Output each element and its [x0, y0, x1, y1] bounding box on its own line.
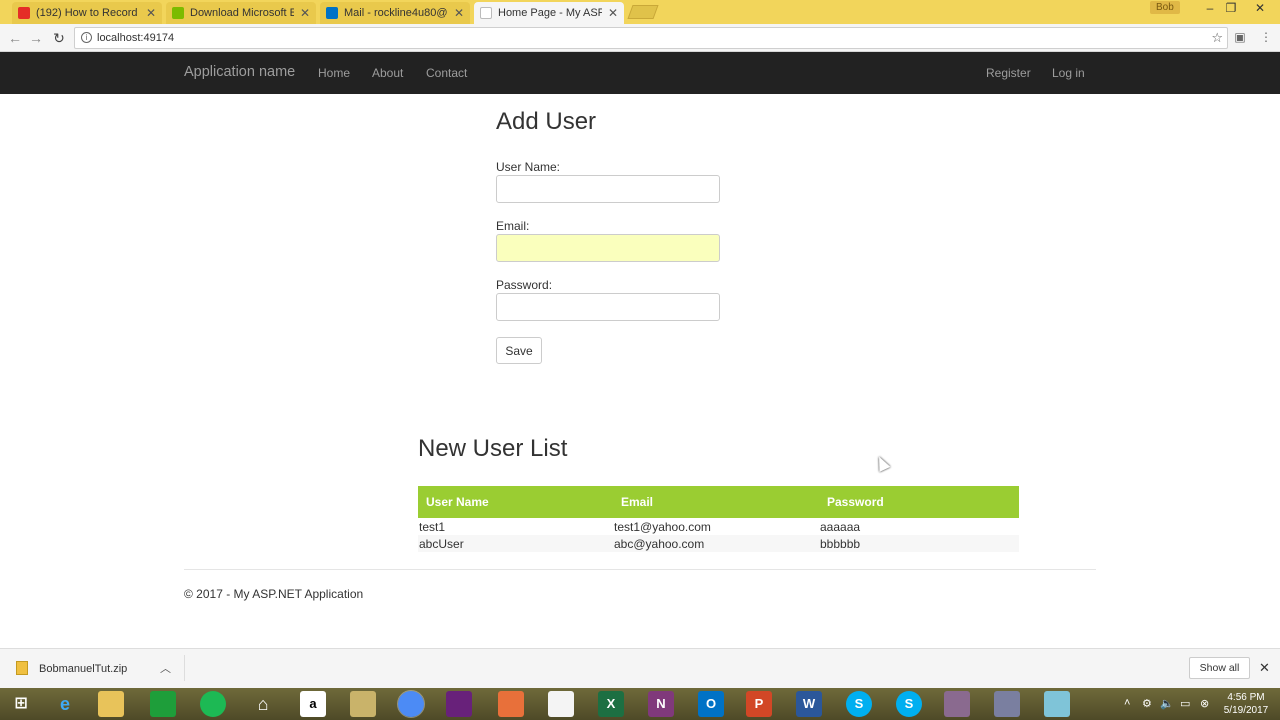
user-list-title: New User List — [418, 435, 568, 462]
column-header-email: Email — [613, 486, 819, 518]
cell-password: aaaaaa — [820, 519, 861, 534]
restore-icon[interactable]: ❐ — [1221, 0, 1241, 18]
file-explorer-icon[interactable] — [98, 691, 124, 717]
download-filename[interactable]: BobmanuelTut.zip — [39, 663, 127, 675]
window-close-icon[interactable]: ✕ — [1250, 0, 1270, 18]
tools-icon[interactable] — [350, 691, 376, 717]
table-header-row: User Name Email Password — [418, 486, 1019, 518]
table-row: test1 test1@yahoo.com aaaaaa — [418, 518, 1019, 535]
nav-about-link[interactable]: About — [372, 66, 403, 80]
store-icon[interactable] — [150, 691, 176, 717]
browser-tab-home-page[interactable]: Home Page - My ASP.NE ✕ — [474, 2, 624, 24]
close-icon[interactable]: ✕ — [1259, 660, 1270, 676]
cell-username: test1 — [419, 519, 446, 534]
mouse-cursor — [873, 454, 891, 472]
windows-taskbar: ⊞ e ⌂ a X N O P W S S ˄ ⚙ 🔈 ▭ ⊗ 4:56 PM … — [0, 688, 1280, 720]
nav-home-link[interactable]: Home — [318, 66, 350, 80]
column-header-password: Password — [819, 486, 1019, 518]
cell-username: abcUser — [418, 535, 613, 552]
chrome-icon[interactable] — [397, 690, 425, 718]
browser-tab-microsoft[interactable]: Download Microsoft Exp ✕ — [166, 2, 316, 24]
home-icon[interactable]: ⌂ — [250, 691, 276, 717]
powerpoint-icon[interactable]: P — [746, 691, 772, 717]
close-icon[interactable]: ✕ — [146, 6, 156, 20]
close-icon[interactable]: ✕ — [300, 6, 310, 20]
cell-password: bbbbbb — [819, 535, 1019, 552]
youtube-icon — [18, 7, 30, 19]
email-input[interactable] — [496, 234, 720, 262]
footer-text: © 2017 - My ASP.NET Application — [184, 587, 364, 601]
show-all-button[interactable]: Show all — [1189, 657, 1250, 679]
browser-titlebar: (192) How to Record You ✕ Download Micro… — [0, 0, 1280, 24]
profile-button[interactable]: Bob — [1150, 1, 1180, 14]
username-label: User Name: — [496, 160, 561, 174]
minimize-icon[interactable]: – — [1200, 0, 1220, 18]
tray-overflow-icon[interactable]: ˄ — [1124, 697, 1130, 709]
user-list-table: User Name Email Password test1 test1@yah… — [418, 486, 1019, 552]
microsoft-icon — [172, 7, 184, 19]
windows-start-icon[interactable]: ⊞ — [8, 691, 34, 717]
outlook-icon — [326, 7, 338, 19]
excel-icon[interactable]: X — [598, 691, 624, 717]
bookmark-star-icon[interactable]: ☆ — [1211, 28, 1223, 48]
email-label: Email: — [496, 219, 530, 233]
nav-login-link[interactable]: Log in — [1052, 66, 1085, 80]
extension-icon[interactable]: ▣ — [1233, 30, 1247, 44]
password-input[interactable] — [496, 293, 720, 321]
spotify-icon[interactable] — [200, 691, 226, 717]
address-bar[interactable]: i localhost:49174 ☆ — [74, 27, 1228, 49]
site-navbar: Application name Home About Contact Regi… — [0, 52, 1280, 94]
back-icon[interactable]: ← — [6, 29, 24, 47]
battery-icon[interactable]: ▭ — [1180, 697, 1190, 710]
username-input[interactable] — [496, 175, 720, 203]
chevron-up-icon[interactable]: ︿ — [160, 660, 171, 676]
info-icon[interactable]: i — [81, 32, 92, 43]
outlook-icon[interactable]: O — [698, 691, 724, 717]
divider — [184, 655, 185, 681]
network-icon[interactable]: ⚙ — [1142, 697, 1152, 710]
downloads-bar: BobmanuelTut.zip ︿ Show all ✕ — [0, 648, 1280, 688]
document-icon[interactable] — [548, 691, 574, 717]
paint-icon[interactable] — [994, 691, 1020, 717]
reload-icon[interactable]: ↻ — [50, 29, 68, 47]
forward-icon[interactable]: → — [27, 29, 45, 47]
save-button[interactable]: Save — [496, 337, 542, 364]
nav-register-link[interactable]: Register — [986, 66, 1031, 80]
antivirus-icon[interactable]: ⊗ — [1200, 697, 1209, 710]
amazon-icon[interactable]: a — [300, 691, 326, 717]
internet-explorer-icon[interactable]: e — [52, 691, 78, 717]
column-header-username: User Name — [418, 486, 613, 518]
word-icon[interactable]: W — [796, 691, 822, 717]
close-icon[interactable]: ✕ — [608, 6, 618, 20]
page-icon — [480, 7, 492, 19]
menu-icon[interactable]: ⋮ — [1259, 30, 1273, 44]
photos-icon[interactable] — [498, 691, 524, 717]
cell-email: abc@yahoo.com — [613, 535, 819, 552]
page-title: Add User — [496, 108, 597, 135]
app-icon[interactable] — [944, 691, 970, 717]
table-row: abcUser abc@yahoo.com bbbbbb — [418, 535, 1019, 552]
new-tab-button[interactable] — [627, 5, 659, 19]
skype-business-icon[interactable]: S — [896, 691, 922, 717]
taskbar-clock[interactable]: 4:56 PM 5/19/2017 — [1218, 691, 1274, 717]
password-label: Password: — [496, 278, 553, 292]
nav-contact-link[interactable]: Contact — [426, 66, 467, 80]
brand-link[interactable]: Application name — [184, 64, 295, 80]
skype-icon[interactable]: S — [846, 691, 872, 717]
visual-studio-icon[interactable] — [446, 691, 472, 717]
cell-email: test1@yahoo.com — [614, 519, 711, 534]
browser-tab-mail[interactable]: Mail - rockline4u80@ho ✕ — [320, 2, 470, 24]
snipping-tool-icon[interactable] — [1044, 691, 1070, 717]
browser-toolbar: ← → ↻ i localhost:49174 ☆ ▣ ⋮ — [0, 24, 1280, 52]
browser-tab-youtube[interactable]: (192) How to Record You ✕ — [12, 2, 162, 24]
footer-divider — [184, 569, 1096, 570]
close-icon[interactable]: ✕ — [454, 6, 464, 20]
zip-file-icon — [16, 661, 28, 675]
onenote-icon[interactable]: N — [648, 691, 674, 717]
volume-icon[interactable]: 🔈 — [1160, 697, 1174, 710]
